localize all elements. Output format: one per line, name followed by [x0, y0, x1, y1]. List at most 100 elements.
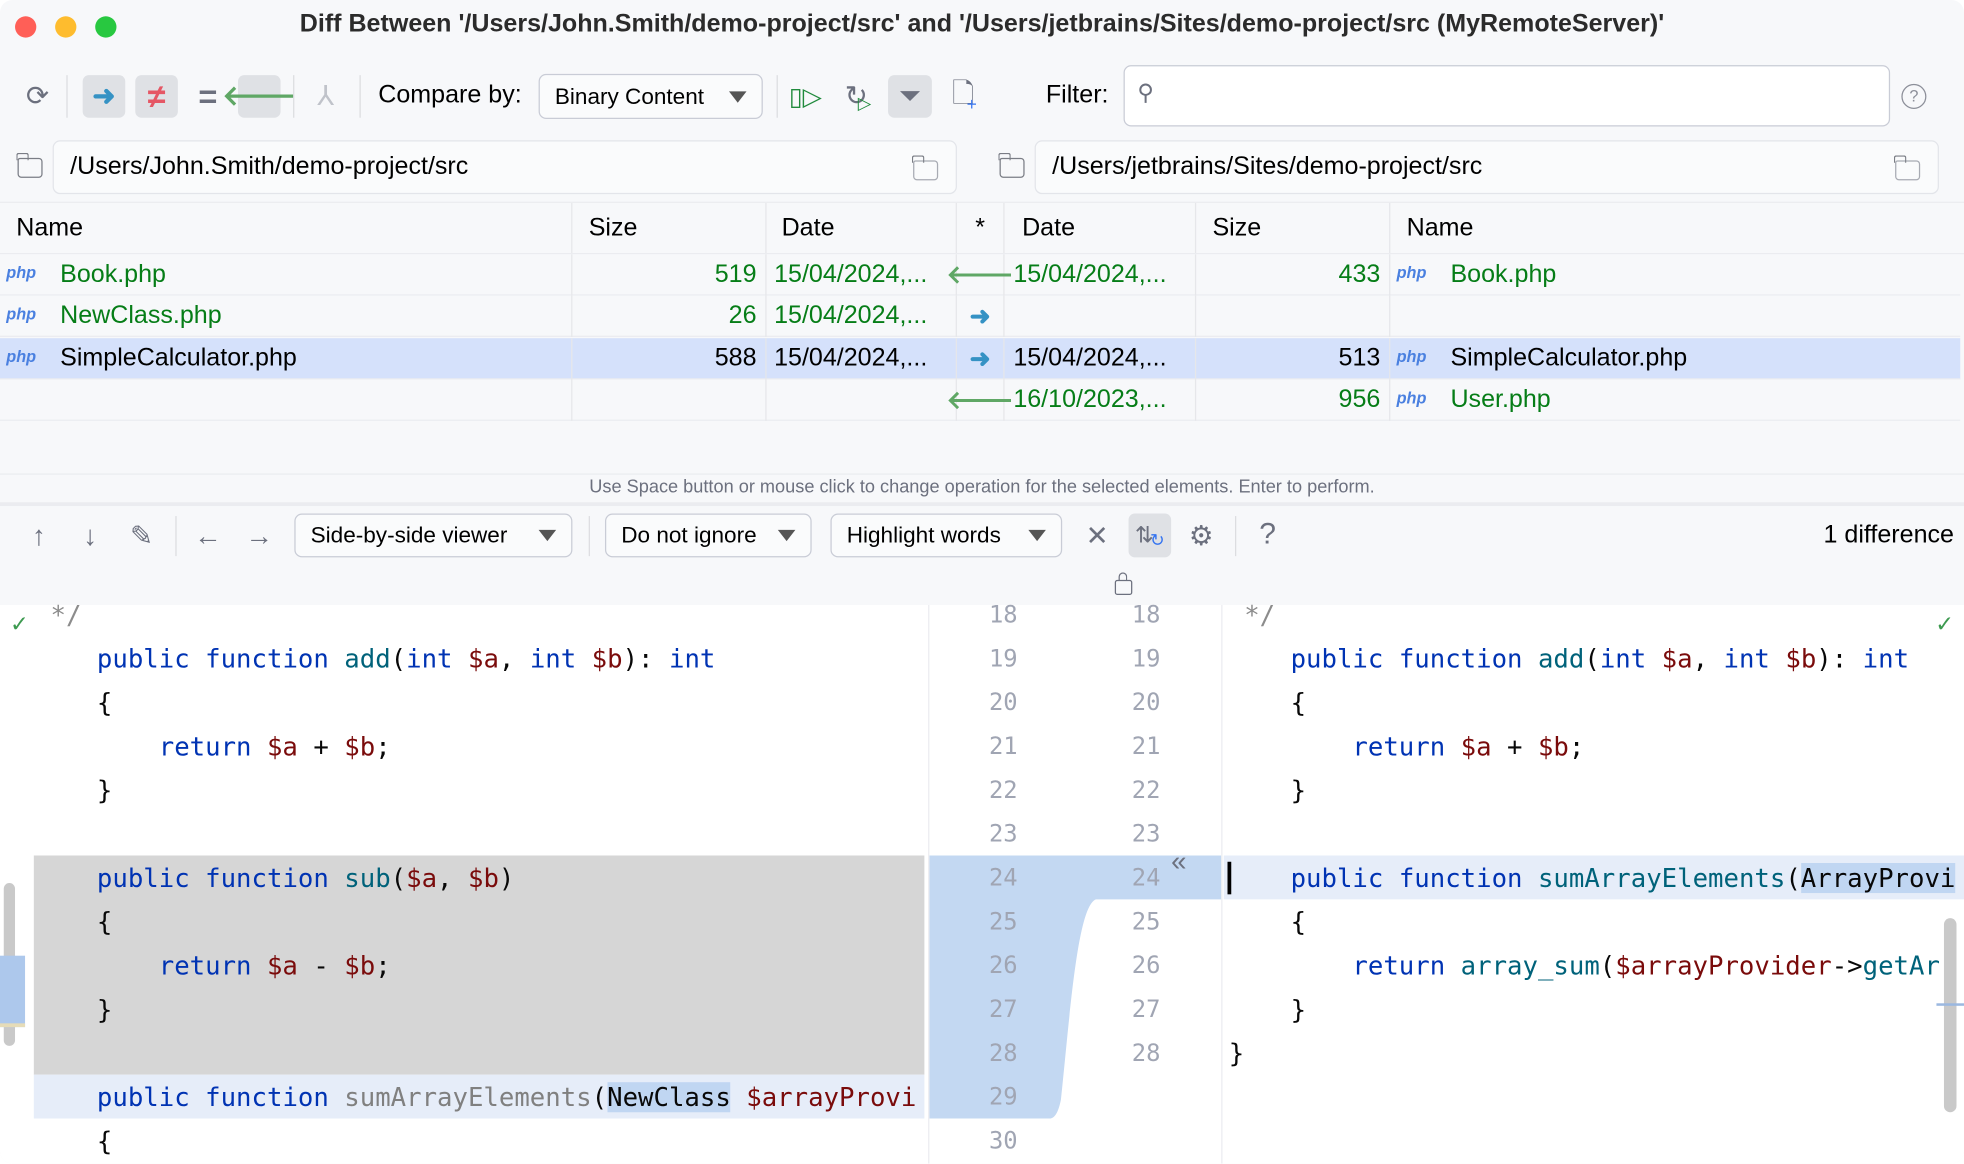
next-difference-icon[interactable]: ↓: [74, 519, 107, 554]
filter-input[interactable]: ⚲: [1123, 65, 1891, 127]
code-token: ;: [375, 731, 391, 762]
code-token: getArr: [1862, 950, 1956, 981]
copy-to-right-icon[interactable]: ➜: [957, 296, 1005, 338]
copy-to-right-icon[interactable]: ➜: [957, 337, 1005, 380]
code-line: */: [35, 594, 924, 638]
code-token: (: [390, 863, 407, 894]
ignore-value: Do not ignore: [621, 522, 757, 548]
php-file-icon: php: [6, 304, 37, 324]
line-number: 21: [988, 732, 1018, 761]
line-number: 28: [1131, 1039, 1161, 1068]
code-token: array_sum: [1460, 950, 1600, 981]
ignore-dropdown[interactable]: Do not ignore: [604, 513, 812, 558]
next-file-icon[interactable]: →: [243, 519, 276, 554]
code-token: int: [1599, 643, 1662, 674]
line-number: 19: [988, 645, 1018, 673]
code-token: ;: [375, 950, 391, 981]
code-line: public function sumArrayElements(ArrayPr…: [1229, 857, 1964, 901]
synchronize-selected-icon[interactable]: ▯▷: [784, 75, 827, 118]
help-icon[interactable]: ?: [1901, 83, 1927, 109]
browse-folder-icon[interactable]: [912, 155, 939, 181]
highlight-dropdown[interactable]: Highlight words: [830, 513, 1063, 558]
line-number: 18: [1131, 601, 1161, 629]
refresh-icon[interactable]: ⟳: [16, 75, 59, 118]
right-file-size: 956: [1196, 379, 1391, 422]
column-header-date-right[interactable]: Date: [1005, 202, 1197, 254]
code-token: }: [96, 775, 113, 806]
collapse-unchanged-icon[interactable]: ✕: [1081, 519, 1114, 554]
code-token: +: [297, 731, 345, 762]
code-token: $b: [591, 643, 623, 674]
code-token: NewClass: [607, 1082, 731, 1113]
file-row[interactable]: 16/10/2023,... 956 User.php php 🡐: [0, 379, 1961, 422]
right-file-name: SimpleCalculator.php: [1450, 344, 1688, 372]
filter-icon[interactable]: ⏷: [888, 75, 932, 118]
column-header-date-left[interactable]: Date: [767, 202, 957, 254]
help-icon[interactable]: ?: [1251, 516, 1284, 554]
splitter[interactable]: [0, 502, 1964, 507]
lock-icon[interactable]: [1114, 572, 1133, 595]
copy-to-left-icon[interactable]: 🡐: [947, 254, 1014, 296]
code-token: sumArrayElements: [1537, 863, 1786, 894]
line-number: 21: [1131, 732, 1161, 761]
show-right-to-left-icon[interactable]: 🡐: [222, 75, 296, 118]
code-token: function: [1398, 643, 1538, 674]
code-token: $b: [467, 863, 499, 894]
code-line: return array_sum($arrayProvider->getArr: [1229, 944, 1964, 988]
line-number: 19: [1131, 645, 1161, 673]
viewer-dropdown[interactable]: Side-by-side viewer: [294, 513, 573, 558]
line-number: 25: [988, 908, 1018, 936]
synchronize-scrolling-icon[interactable]: ⇅ ↻: [1128, 513, 1172, 558]
column-header-operation[interactable]: *: [957, 202, 1005, 254]
left-file-size: 26: [572, 296, 767, 338]
left-file-date: 15/04/2024,...: [767, 296, 957, 338]
chevron-down-icon: [728, 90, 747, 103]
right-file-size: 513: [1196, 337, 1391, 380]
filter-label: Filter:: [1045, 81, 1109, 109]
left-file-size: 519: [572, 254, 767, 296]
column-header-name-left[interactable]: Name: [0, 202, 573, 254]
compare-by-value: Binary Content: [554, 83, 705, 109]
line-number: 23: [988, 820, 1018, 848]
column-header-name-right[interactable]: Name: [1390, 203, 1960, 253]
change-connector-shape: [929, 855, 1222, 1119]
left-path-field[interactable]: /Users/John.Smith/demo-project/src: [52, 140, 957, 195]
show-different-icon[interactable]: ≠: [135, 75, 178, 118]
previous-difference-icon[interactable]: ↑: [23, 519, 56, 554]
code-token: ):: [622, 643, 669, 674]
show-left-to-right-icon[interactable]: ➜: [82, 75, 126, 118]
code-token: $arrayProvider: [1615, 950, 1832, 981]
column-header-size-left[interactable]: Size: [572, 202, 767, 254]
search-icon: ⚲: [1137, 80, 1154, 106]
apply-change-left-icon[interactable]: «: [1171, 845, 1186, 878]
right-editor[interactable]: */ public function add(int $a, int $b): …: [1229, 594, 1964, 1076]
hint-text: Use Space button or mouse click to chang…: [589, 477, 1375, 498]
synchronize-all-icon[interactable]: ↻ ▷: [837, 75, 880, 118]
file-row[interactable]: SimpleCalculator.php 588 15/04/2024,... 15/…: [0, 337, 1961, 380]
previous-file-icon[interactable]: ←: [192, 519, 225, 554]
file-row[interactable]: Book.php 519 15/04/2024,... 15/04/2024,... 4…: [0, 254, 1961, 296]
merge-icon[interactable]: ⅄: [304, 75, 347, 118]
browse-folder-icon[interactable]: [1894, 155, 1921, 181]
column-header-size-right[interactable]: Size: [1196, 202, 1391, 254]
copy-to-left-icon[interactable]: 🡐: [947, 379, 1014, 422]
new-file-icon[interactable]: 🗋 +: [943, 75, 986, 118]
right-scrollbar[interactable]: [1943, 918, 1957, 1113]
compare-by-dropdown[interactable]: Binary Content: [538, 73, 763, 119]
php-file-icon: php: [1396, 346, 1427, 366]
gear-icon[interactable]: ⚙: [1185, 519, 1218, 554]
line-number: 29: [988, 1083, 1018, 1112]
left-editor[interactable]: */ public function add(int $a, int $b): …: [35, 594, 924, 1164]
file-row[interactable]: NewClass.php 26 15/04/2024,... php ➜: [0, 296, 1961, 338]
line-number: 18: [988, 601, 1018, 629]
edit-icon[interactable]: ✎: [125, 519, 158, 554]
code-line: }: [1229, 988, 1964, 1032]
right-file-name: User.php: [1450, 386, 1551, 414]
right-path-field[interactable]: /Users/jetbrains/Sites/demo-project/src: [1034, 140, 1939, 195]
divider: [0, 473, 1964, 475]
php-file-icon: php: [1396, 263, 1427, 282]
toolbar-divider: [293, 75, 295, 118]
chevron-down-icon: [777, 529, 796, 542]
